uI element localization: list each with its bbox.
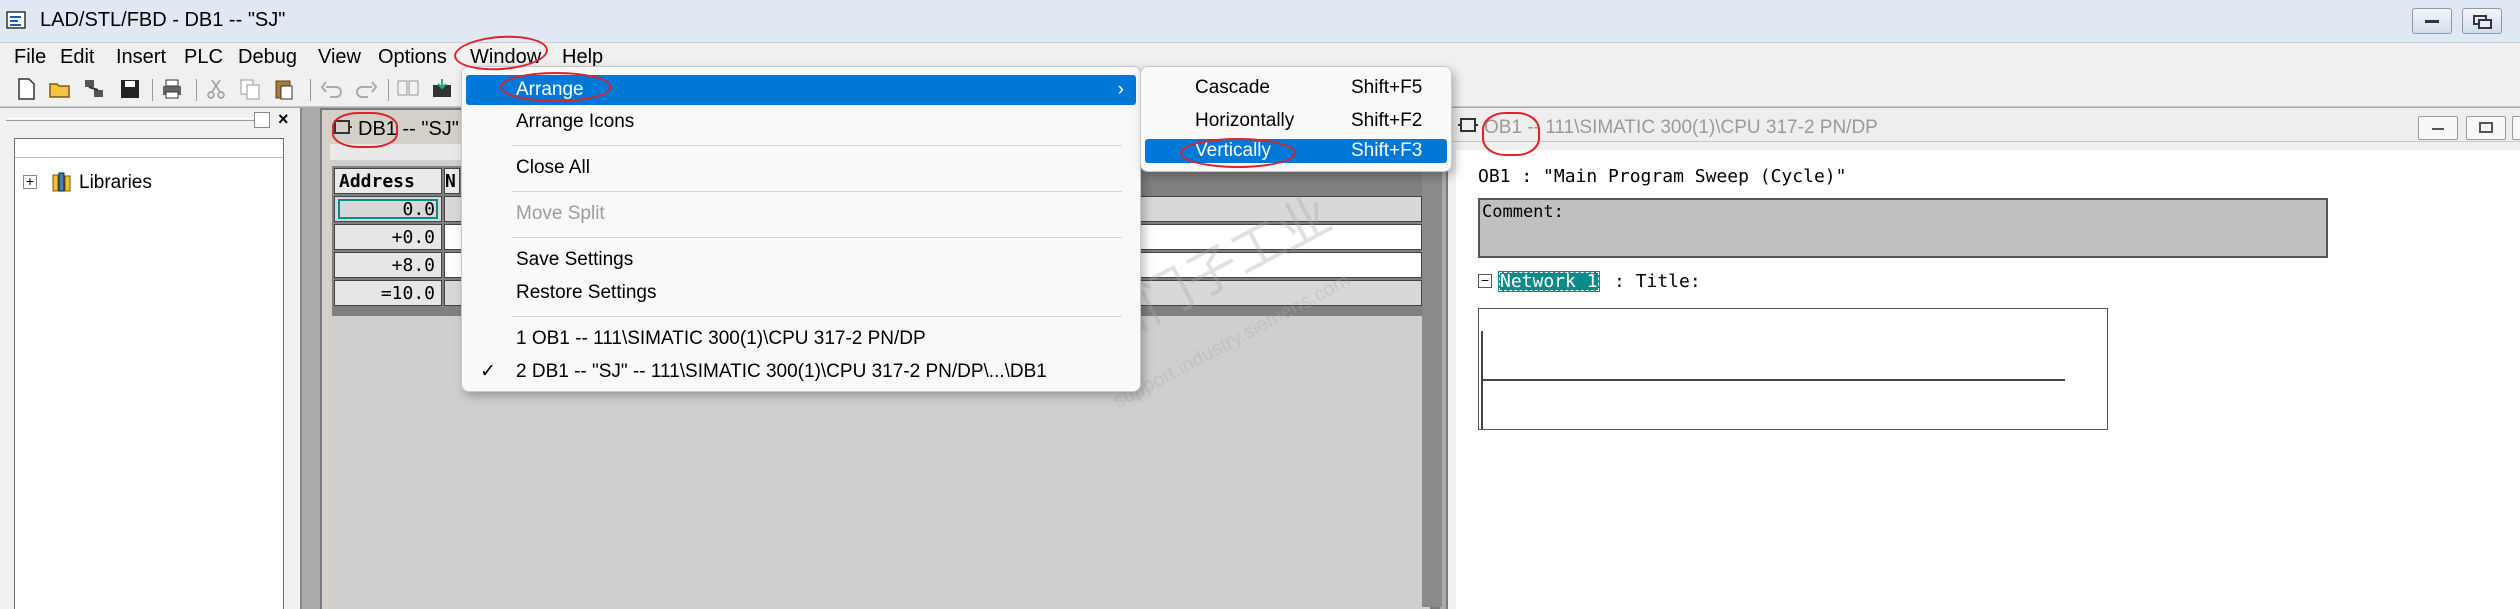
menu-item-window-2[interactable]: ✓ 2 DB1 -- "SJ" -- 111\SIMATIC 300(1)\CP…	[466, 357, 1136, 387]
submenu-arrow-icon: ›	[1117, 79, 1124, 100]
cut-icon[interactable]	[204, 77, 228, 101]
menu-item-window-1[interactable]: 1 OB1 -- 111\SIMATIC 300(1)\CPU 317-2 PN…	[466, 324, 1136, 354]
monitor-icon[interactable]	[396, 77, 420, 101]
table-row[interactable]: =10.0	[334, 280, 442, 306]
column-header-name: N	[444, 168, 460, 194]
menu-item-restore-settings[interactable]: Restore Settings	[466, 278, 1136, 308]
menu-item-save-settings[interactable]: Save Settings	[466, 245, 1136, 275]
menu-item-vertically[interactable]: Vertically Shift+F3	[1145, 139, 1447, 163]
block-title: OB1 : "Main Program Sweep (Cycle)"	[1478, 166, 1847, 187]
menu-item-close-all[interactable]: Close All	[466, 153, 1136, 183]
menu-edit[interactable]: Edit	[60, 46, 94, 69]
splitter[interactable]	[1422, 110, 1442, 607]
maximize-icon	[2479, 122, 2493, 133]
menu-view[interactable]: View	[318, 46, 361, 69]
print-icon[interactable]	[160, 77, 184, 101]
menu-item-horizontally[interactable]: Horizontally Shift+F2	[1145, 106, 1447, 136]
focused-cell-outline	[338, 199, 438, 219]
download-icon[interactable]	[430, 77, 454, 101]
shortcut-cascade: Shift+F5	[1351, 77, 1423, 98]
checkmark-icon: ✓	[480, 361, 496, 382]
rung-line	[1481, 379, 2065, 381]
menu-item-cascade[interactable]: Cascade Shift+F5	[1145, 73, 1447, 103]
libraries-tree: + Libraries	[14, 138, 284, 609]
new-file-icon[interactable]	[14, 77, 38, 101]
table-row[interactable]: +8.0	[334, 252, 442, 278]
menu-plc[interactable]: PLC	[184, 46, 223, 69]
menu-debug[interactable]: Debug	[238, 46, 297, 69]
panel-pin-button[interactable]	[254, 112, 270, 128]
app-icon	[6, 11, 26, 29]
menu-insert[interactable]: Insert	[116, 46, 166, 69]
column-header-address: Address	[334, 168, 442, 194]
minimize-button[interactable]	[2412, 8, 2452, 34]
panel-close-icon[interactable]: ×	[278, 109, 289, 130]
libraries-icon	[52, 172, 71, 192]
paste-icon[interactable]	[272, 77, 296, 101]
title-bar: LAD/STL/FBD - DB1 -- "SJ"	[0, 0, 2520, 43]
block-icon	[1458, 118, 1478, 132]
shortcut-horizontally: Shift+F2	[1351, 110, 1423, 131]
db1-window-title: DB1 -- "SJ"	[358, 118, 459, 140]
comment-box[interactable]: Comment:	[1478, 198, 2328, 258]
redo-icon[interactable]	[354, 77, 378, 101]
ob1-close-button[interactable]	[2512, 116, 2520, 140]
libraries-panel: × + Libraries	[0, 108, 302, 609]
network-label[interactable]: Network 1	[1498, 271, 1600, 292]
menu-item-move-split: Move Split	[516, 203, 605, 224]
libraries-label[interactable]: Libraries	[79, 172, 152, 194]
ob1-editor: OB1 : "Main Program Sweep (Cycle)" Comme…	[1456, 150, 2520, 609]
expand-icon[interactable]: +	[23, 174, 37, 189]
restore-button[interactable]	[2462, 8, 2502, 34]
window-menu: Arrange › Arrange Icons Close All Move S…	[461, 66, 1141, 392]
menu-item-arrange-icons[interactable]: Arrange Icons	[466, 107, 1136, 137]
collapse-icon[interactable]: −	[1478, 273, 1492, 288]
open-folder-icon[interactable]	[48, 77, 72, 101]
ob1-window-caption[interactable]: OB1 -- 111\SIMATIC 300(1)\CPU 317-2 PN/D…	[1448, 108, 2520, 142]
block-icon	[332, 120, 352, 134]
window-title: LAD/STL/FBD - DB1 -- "SJ"	[40, 9, 286, 31]
panel-header: ×	[6, 109, 296, 132]
comment-label: Comment:	[1482, 202, 1564, 222]
undo-icon[interactable]	[320, 77, 344, 101]
table-row[interactable]: +0.0	[334, 224, 442, 250]
network-icon[interactable]	[82, 77, 106, 101]
ob1-maximize-button[interactable]	[2466, 116, 2506, 140]
shortcut-vertically: Shift+F3	[1351, 140, 1423, 161]
menu-item-arrange[interactable]: Arrange ›	[466, 75, 1136, 105]
arrange-submenu: Cascade Shift+F5 Horizontally Shift+F2 V…	[1140, 66, 1452, 172]
network-editor[interactable]	[1478, 308, 2108, 430]
copy-icon[interactable]	[238, 77, 262, 101]
save-icon[interactable]	[118, 77, 142, 101]
ob1-window-title: OB1 -- 111\SIMATIC 300(1)\CPU 317-2 PN/D…	[1484, 117, 1878, 138]
menu-options[interactable]: Options	[378, 46, 447, 69]
minimize-icon	[2425, 20, 2439, 23]
minimize-icon	[2432, 128, 2444, 130]
ob1-window: OB1 -- 111\SIMATIC 300(1)\CPU 317-2 PN/D…	[1446, 108, 2520, 609]
menu-file[interactable]: File	[14, 46, 46, 69]
ob1-minimize-button[interactable]	[2418, 116, 2458, 140]
network-title[interactable]: : Title:	[1614, 271, 1701, 292]
